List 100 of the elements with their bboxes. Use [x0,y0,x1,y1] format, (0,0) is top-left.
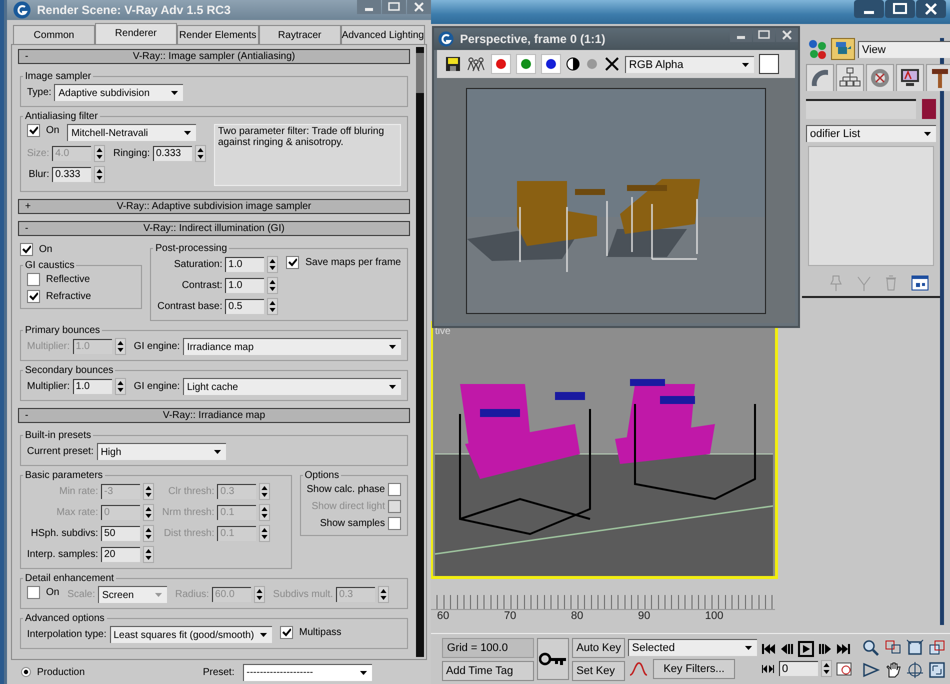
rollout-header[interactable]: - V-Ray:: Indirect illumination (GI) [18,221,410,236]
rollout-header[interactable]: - V-Ray:: Image sampler (Antialiasing) [18,49,410,64]
close-button[interactable] [916,0,946,18]
checkbox[interactable] [27,586,40,599]
close-button[interactable] [776,28,798,42]
maximize-viewport-icon[interactable] [928,661,946,679]
rollout-header[interactable]: + V-Ray:: Adaptive subdivision image sampler [18,199,410,214]
number-field[interactable]: 1.0 [225,278,264,293]
orbit-icon[interactable] [906,661,924,679]
checkbox[interactable] [388,483,401,496]
spinner-arrows[interactable] [114,378,126,395]
preset-dropdown[interactable]: -------------------- [242,664,372,680]
minimize-button[interactable] [854,0,884,18]
channel-dropdown[interactable]: RGB Alpha [625,56,754,72]
set-key-button[interactable] [537,638,570,680]
set-key-button[interactable]: Set Key [572,660,625,680]
dropdown[interactable]: Least squares fit (good/smooth) [110,626,272,643]
spinner-arrows[interactable] [143,504,154,521]
checkbox[interactable] [20,243,33,256]
view-dropdown[interactable]: View [858,40,950,58]
frame-field[interactable]: 0 [779,661,818,676]
checkbox[interactable] [388,517,401,530]
tab[interactable]: Renderer [94,23,177,44]
number-field[interactable]: 0.333 [152,146,192,161]
dropdown[interactable]: Mitchell-Netravali [67,124,196,141]
maximize-button[interactable] [885,0,915,18]
channel-toggle[interactable] [491,54,511,74]
play-icon[interactable] [798,641,814,657]
tab[interactable]: Common [13,25,95,44]
next-frame-icon[interactable] [817,641,833,657]
panel-tab[interactable] [926,64,950,91]
dot-icon[interactable] [585,57,599,71]
maximize-button[interactable] [382,0,406,14]
tab[interactable]: Advanced Lighting [340,25,425,44]
radio-button[interactable] [21,667,31,677]
channel-toggle[interactable] [541,54,561,74]
spinner-arrows[interactable] [259,525,270,542]
go-to-start-icon[interactable] [760,641,776,657]
save-icon[interactable] [445,56,461,72]
zoom-extents-all-icon[interactable] [928,639,946,657]
close-button[interactable] [407,0,431,14]
number-field[interactable]: 0.333 [52,167,92,182]
field-of-view-icon[interactable] [862,661,880,679]
spinner-arrows[interactable] [259,483,270,500]
checkbox[interactable] [27,124,40,137]
spinner-arrows[interactable] [143,525,154,542]
modifier-dropdown[interactable]: odifier List [806,125,936,142]
zoom-icon[interactable] [862,639,880,657]
scrollbar[interactable] [416,47,424,657]
dropdown[interactable]: Light cache [182,378,401,395]
spinner-arrows[interactable] [254,586,266,603]
number-field[interactable]: 1.0 [225,257,264,272]
dropdown[interactable]: Irradiance map [182,338,401,355]
checkbox[interactable] [280,626,294,639]
channel-toggle[interactable] [516,54,536,74]
number-field[interactable]: 0.5 [225,299,264,314]
spinner-arrows[interactable] [94,145,106,162]
panel-tab[interactable] [836,64,864,91]
spinner-arrows[interactable] [259,504,270,521]
previous-frame-icon[interactable] [779,641,795,657]
checkbox[interactable] [286,256,300,269]
go-to-end-icon[interactable] [836,641,852,657]
auto-key-button[interactable]: Auto Key [572,638,625,658]
spinner-arrows[interactable] [378,586,390,603]
add-time-tag-button[interactable]: Add Time Tag [442,660,534,680]
dropdown[interactable]: Adaptive subdivision [54,84,184,101]
spinner-arrows[interactable] [194,145,206,162]
number-field[interactable]: 50 [101,526,140,541]
spheres-icon[interactable] [806,38,828,60]
panel-tab[interactable] [806,64,834,91]
spinner-arrows[interactable] [267,256,278,273]
clear-icon[interactable] [604,56,620,72]
timeline-ruler[interactable] [430,595,775,610]
checkbox[interactable] [27,290,40,303]
spinner-arrows[interactable] [94,166,106,183]
number-field[interactable]: 20 [101,547,140,562]
spinner-arrows[interactable] [821,660,832,677]
pan-hand-icon[interactable] [884,661,902,679]
maximize-button[interactable] [753,28,775,42]
people-icon[interactable] [466,56,486,72]
number-field[interactable]: 1.0 [72,379,112,394]
time-configuration-icon[interactable] [835,660,853,676]
name-field[interactable] [806,99,916,119]
checkbox[interactable] [27,273,40,286]
dropdown[interactable]: High [96,443,226,460]
spinner-arrows[interactable] [267,277,278,294]
tab[interactable]: Render Elements [176,25,259,44]
configure-icon[interactable] [910,274,930,292]
panel-tab[interactable] [896,64,924,91]
curve-icon[interactable] [628,660,650,678]
key-mode-dropdown[interactable]: Selected [628,639,757,656]
spinner-arrows[interactable] [114,338,126,355]
spinner-arrows[interactable] [143,546,154,563]
spinner-arrows[interactable] [143,483,154,500]
contrast-icon[interactable] [566,57,580,71]
rollout-header[interactable]: - V-Ray:: Irradiance map [18,408,410,423]
panel-tab[interactable] [866,64,894,91]
zoom-extents-icon[interactable] [906,639,924,657]
spinner-arrows[interactable] [267,298,278,315]
key-filters-button[interactable]: Key Filters... [653,659,735,679]
